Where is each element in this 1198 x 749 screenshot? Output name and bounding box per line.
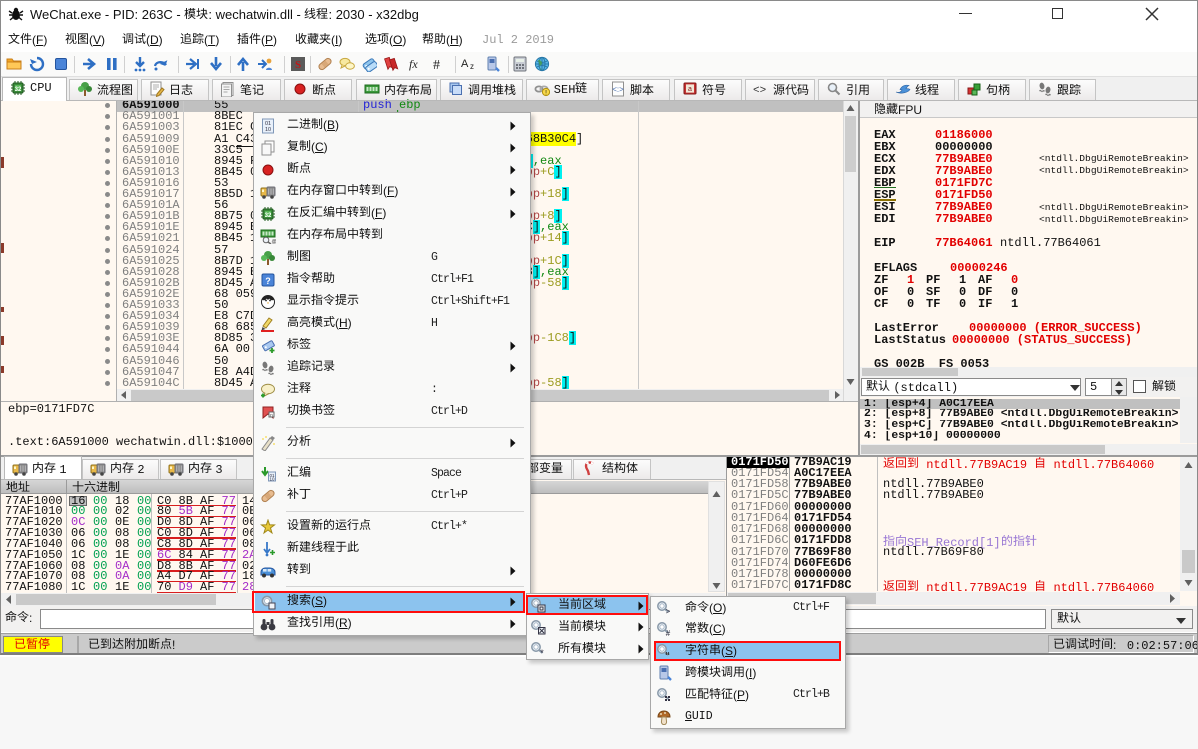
svg-text:<>: <> [753, 85, 766, 97]
svg-text:<:>: <:> [613, 85, 625, 94]
svg-text:z: z [470, 62, 474, 71]
svg-text:S: S [295, 59, 301, 71]
svg-text:A: A [461, 58, 469, 70]
svg-text:#: # [433, 58, 440, 72]
svg-text:>: > [666, 607, 671, 616]
svg-text:@: @ [272, 239, 277, 244]
svg-text:32: 32 [265, 213, 272, 219]
svg-text:!: ! [545, 90, 547, 97]
svg-text:#: # [666, 629, 671, 637]
svg-text:*: * [540, 648, 544, 657]
svg-text:10: 10 [269, 476, 275, 481]
svg-text:fx: fx [409, 57, 418, 71]
svg-text:10: 10 [265, 127, 271, 133]
svg-text:32: 32 [15, 87, 22, 93]
svg-text:a: a [688, 86, 692, 93]
svg-text:?: ? [265, 276, 271, 286]
